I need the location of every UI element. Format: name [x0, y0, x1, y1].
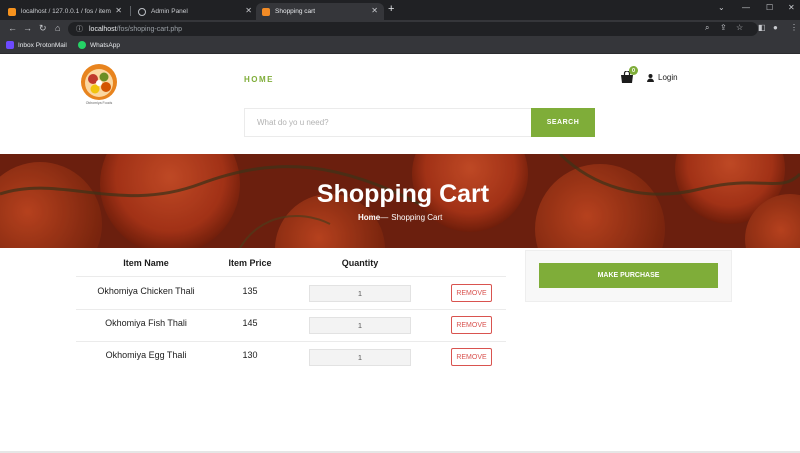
share-icon[interactable]: ⇪	[720, 23, 727, 32]
cart-item-price: 130	[242, 350, 258, 360]
user-icon	[647, 73, 654, 82]
cart-item-name: Okhomiya Egg Thali	[105, 350, 187, 360]
bookmarks-bar: Inbox ProtonMail WhatsApp	[0, 38, 800, 54]
row-divider	[76, 341, 506, 342]
breadcrumb-home-link[interactable]: Home	[358, 213, 380, 222]
site-logo[interactable]	[80, 63, 118, 101]
minimize-icon[interactable]: —	[742, 3, 750, 12]
quantity-input[interactable]: 1	[309, 317, 411, 334]
url-host: localhost	[89, 25, 117, 33]
cart-item-price: 145	[242, 318, 258, 328]
bookmark-label: WhatsApp	[90, 41, 120, 49]
menu-icon[interactable]: ⋮	[790, 23, 798, 32]
quantity-input[interactable]: 1	[309, 349, 411, 366]
sidebar-icon[interactable]: ◧	[758, 23, 766, 32]
address-bar: ← → ↻ ⌂ ⓘ localhost /fos/shoping-cart.ph…	[0, 20, 800, 38]
search-input[interactable]: What do yo u need?	[244, 108, 532, 137]
tab-phpmyadmin[interactable]: localhost / 127.0.0.1 / fos / item ✕	[2, 3, 128, 20]
cart-item-name: Okhomiya Chicken Thali	[97, 286, 195, 296]
phpmyadmin-icon	[8, 7, 16, 16]
new-tab-button[interactable]: +	[388, 3, 394, 15]
tab-admin-panel[interactable]: Admin Panel ✕	[132, 3, 258, 20]
page-title: Shopping Cart	[316, 180, 490, 208]
close-icon[interactable]: ✕	[115, 6, 122, 15]
search-button[interactable]: SEARCH	[531, 108, 595, 137]
info-icon[interactable]: ⓘ	[76, 24, 83, 34]
profile-icon[interactable]: ●	[773, 23, 778, 32]
login-label: Login	[658, 73, 678, 82]
breadcrumb-separator: —	[380, 213, 389, 222]
cart-item-price: 135	[242, 286, 258, 296]
home-icon[interactable]: ⌂	[55, 23, 60, 33]
bookmark-protonmail[interactable]: Inbox ProtonMail	[6, 41, 67, 49]
globe-icon	[138, 7, 146, 16]
tab-title: localhost / 127.0.0.1 / fos / item	[21, 8, 111, 15]
logo-caption: Okhomiya Foods	[85, 101, 113, 105]
tab-search-icon[interactable]: ⌄	[718, 3, 725, 12]
cart-item-name: Okhomiya Fish Thali	[105, 318, 187, 328]
bookmark-whatsapp[interactable]: WhatsApp	[78, 41, 120, 49]
close-icon[interactable]: ✕	[371, 6, 378, 15]
cart-count-badge: 0	[629, 66, 638, 75]
close-icon[interactable]: ✕	[245, 6, 252, 15]
table-header-divider	[76, 276, 506, 277]
breadcrumb: Home — Shopping Cart	[358, 213, 442, 222]
tab-divider	[130, 6, 131, 16]
make-purchase-button[interactable]: MAKE PURCHASE	[539, 263, 718, 288]
whatsapp-icon	[78, 41, 86, 49]
quantity-input[interactable]: 1	[309, 285, 411, 302]
url-path: /fos/shoping-cart.php	[116, 25, 183, 33]
row-divider	[76, 309, 506, 310]
zoom-icon[interactable]: ⌕	[705, 23, 709, 33]
column-header-item-name: Item Name	[123, 258, 169, 268]
remove-button[interactable]: REMOVE	[451, 284, 492, 302]
maximize-icon[interactable]: ☐	[766, 3, 773, 12]
reload-icon[interactable]: ↻	[39, 23, 47, 34]
site-favicon-icon	[262, 7, 270, 16]
window-close-icon[interactable]: ✕	[788, 3, 795, 12]
remove-button[interactable]: REMOVE	[451, 316, 492, 334]
bookmark-label: Inbox ProtonMail	[18, 41, 67, 49]
protonmail-icon	[6, 41, 14, 49]
back-icon[interactable]: ←	[8, 23, 17, 33]
browser-tab-bar: localhost / 127.0.0.1 / fos / item ✕ Adm…	[0, 0, 800, 20]
column-header-item-price: Item Price	[228, 258, 272, 268]
forward-icon[interactable]: →	[23, 23, 32, 33]
url-field[interactable]: ⓘ localhost /fos/shoping-cart.php	[68, 22, 758, 36]
tab-title: Admin Panel	[151, 8, 188, 15]
nav-home-link[interactable]: HOME	[244, 75, 274, 84]
login-link[interactable]: Login	[647, 73, 678, 82]
tab-shopping-cart[interactable]: Shopping cart ✕	[256, 3, 384, 20]
column-header-quantity: Quantity	[341, 258, 379, 268]
tab-title: Shopping cart	[275, 8, 316, 15]
remove-button[interactable]: REMOVE	[451, 348, 492, 366]
breadcrumb-current: Shopping Cart	[391, 213, 443, 222]
bookmark-star-icon[interactable]: ☆	[736, 23, 743, 32]
